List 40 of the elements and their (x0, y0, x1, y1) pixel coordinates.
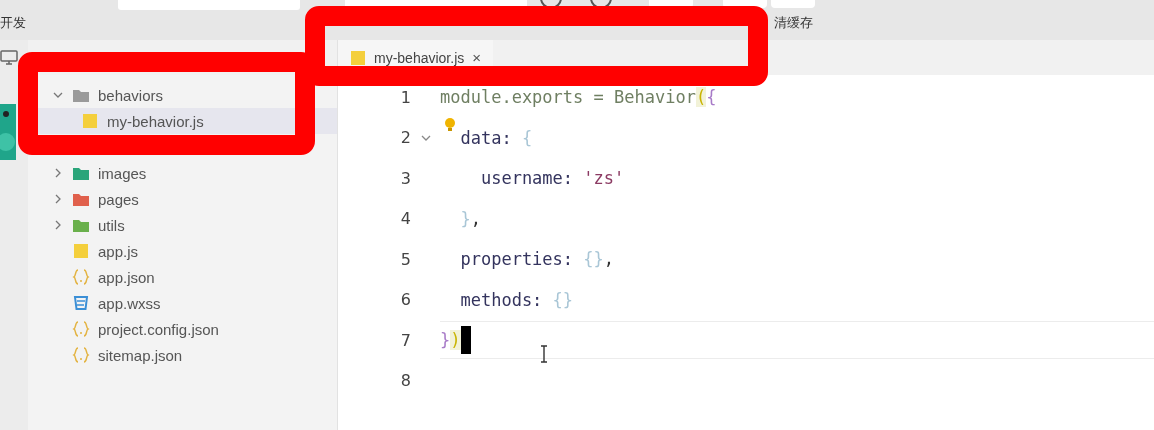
text-caret (460, 326, 471, 355)
line-number: 5 (399, 249, 411, 269)
code-line: methods: {} (459, 289, 574, 310)
code-line: module.exports = Behavior({ (440, 87, 717, 108)
toolbar-label[interactable]: 清缓存 (773, 16, 813, 29)
close-button[interactable]: × (472, 49, 482, 66)
file-tree-item[interactable]: utils (98, 216, 125, 234)
file-tree-item[interactable]: behaviors (98, 86, 164, 104)
line-number: 1 (399, 87, 411, 107)
line-number: 8 (399, 371, 411, 391)
css-file-icon (72, 295, 90, 311)
code-line: }, (459, 208, 481, 229)
code-line: data: { (459, 127, 533, 148)
text-cursor-icon (539, 345, 549, 363)
json-file-icon (72, 347, 90, 363)
line-number: 2 (399, 128, 411, 148)
file-tree-item[interactable]: app.js (98, 242, 139, 260)
file-tree-item[interactable]: pages (98, 190, 139, 208)
line-number: 7 (399, 330, 411, 350)
file-tree-item[interactable]: images (98, 164, 147, 182)
json-file-icon (72, 321, 90, 337)
line-number: 3 (399, 168, 411, 188)
file-tree-item[interactable]: sitemap.json (98, 346, 183, 364)
js-file-icon (81, 113, 99, 129)
code-line: properties: {}, (459, 249, 615, 270)
js-file-icon (350, 49, 366, 66)
file-tree-item[interactable]: app.wxss (98, 294, 161, 312)
line-number: 6 (399, 290, 411, 310)
toolbar-label[interactable]: 开发 (0, 16, 26, 29)
file-tree-item[interactable]: app.json (98, 268, 155, 286)
line-number: 4 (399, 209, 411, 229)
js-file-icon (72, 243, 90, 259)
code-line: username: 'zs' (479, 168, 625, 189)
file-tree-item[interactable]: project.config.json (98, 320, 219, 338)
lightbulb-icon[interactable] (444, 117, 456, 133)
monitor-icon[interactable] (0, 50, 18, 66)
simulator-tab-icon[interactable] (0, 104, 16, 160)
code-line: }) (440, 330, 461, 351)
mode-field[interactable] (118, 0, 300, 10)
json-file-icon (72, 269, 90, 285)
